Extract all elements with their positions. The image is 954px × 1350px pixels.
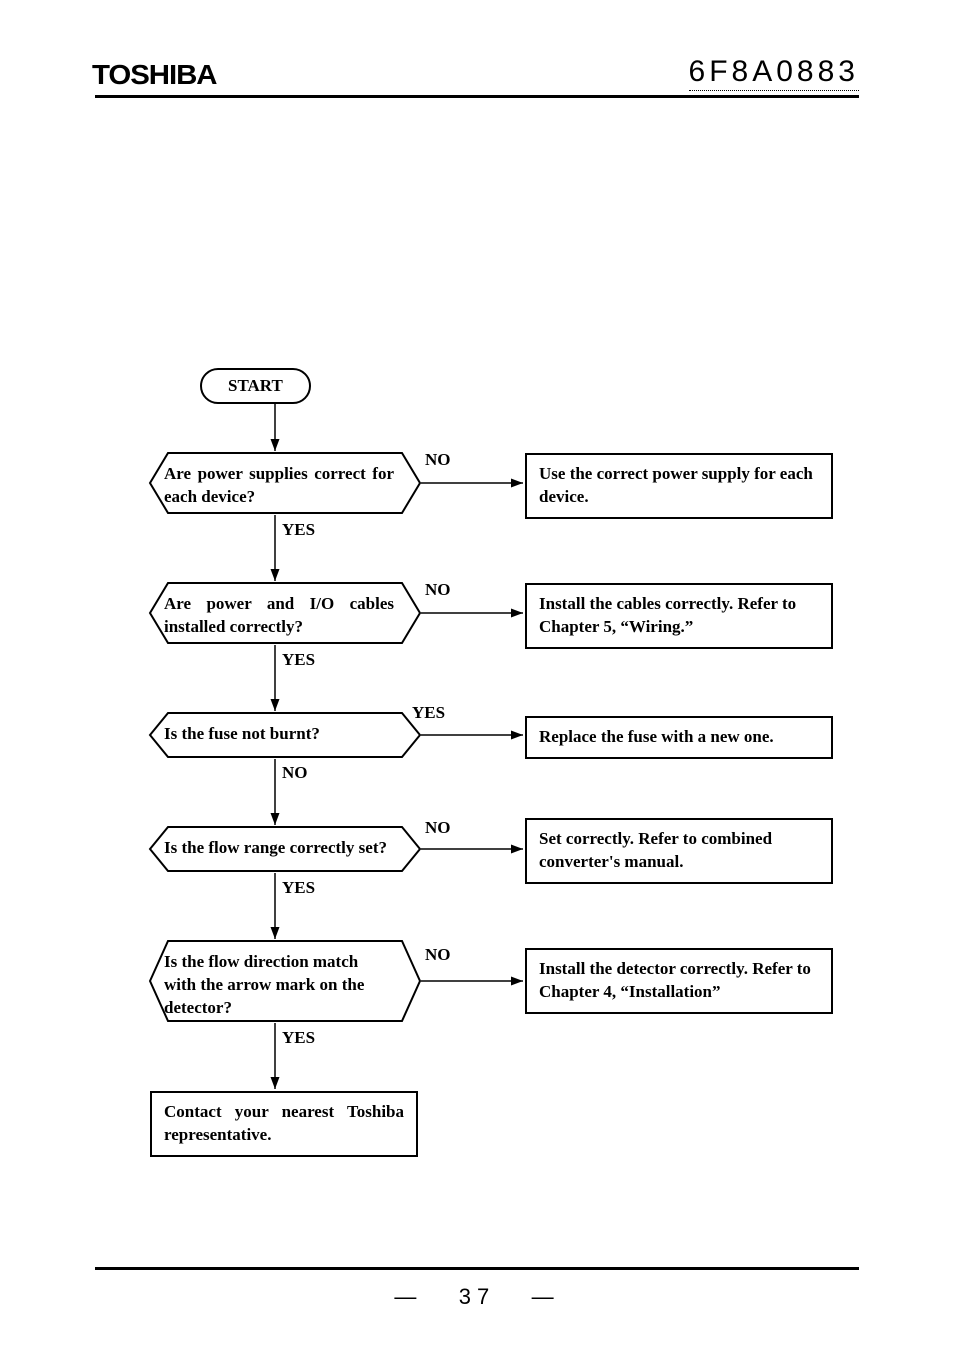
decision-text: Is the flow range correctly set? — [150, 827, 408, 870]
decision-text: Is the fuse not burnt? — [150, 713, 408, 756]
document-page: TOSHIBA 6F8A0883 START Are power supplie… — [0, 0, 954, 1350]
decision-text: Is the flow direction match with the arr… — [150, 941, 408, 1030]
decision-text: Are power and I/O cables installed corre… — [150, 583, 408, 649]
decision-text: Are power supplies correct for each devi… — [150, 453, 408, 519]
decision-flow-range: Is the flow range correctly set? — [150, 827, 420, 871]
decision-fuse: Is the fuse not burnt? — [150, 713, 420, 757]
page-header: TOSHIBA 6F8A0883 — [95, 55, 859, 98]
decision-power-supplies: Are power supplies correct for each devi… — [150, 453, 420, 513]
flowchart: START Are power supplies correct for eac… — [95, 368, 859, 1188]
decision-cables: Are power and I/O cables installed corre… — [150, 583, 420, 643]
document-id: 6F8A0883 — [689, 55, 859, 91]
footer-rule — [95, 1267, 859, 1270]
brand-logo: TOSHIBA — [92, 59, 216, 91]
decision-flow-direction: Is the flow direction match with the arr… — [150, 941, 420, 1021]
page-number: — 37 — — [0, 1284, 954, 1310]
